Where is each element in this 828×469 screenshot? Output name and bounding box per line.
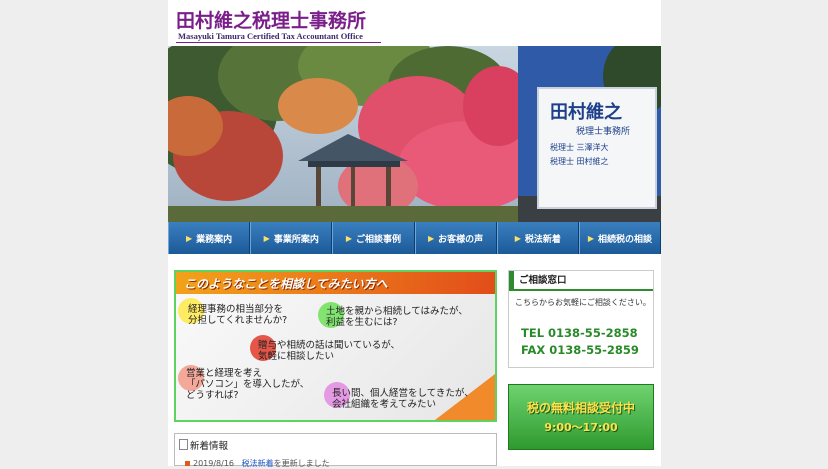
news-heading: 新着情報 — [179, 438, 228, 452]
arrow-icon: ▶ — [514, 233, 521, 243]
promo-item-5: 長い間、個人経営をしてきたが、 会社組織を考えてみたい — [332, 388, 474, 410]
phone-number[interactable]: TEL 0138-55-2858 — [521, 326, 638, 340]
nav-item-voices[interactable]: ▶ お客様の声 — [414, 222, 497, 254]
hero-photo: 田村維之 税理士事務所 税理士 三澤洋大 税理士 田村維之 — [168, 46, 661, 222]
main-navigation: ▶ 業務案内 ▶ 事業所案内 ▶ ご相談事例 ▶ お客様の声 ▶ 税法新着 ▶ 相続税の相談 — [168, 222, 662, 254]
nav-item-inheritance[interactable]: ▶ 相続税の相談 — [578, 222, 662, 254]
title-underline — [176, 42, 381, 43]
promo-item-4: 営業と経理を考え 「パソコン」を導入したが、 どうすれば? — [186, 368, 310, 401]
arrow-icon: ▶ — [428, 233, 435, 243]
consult-title: ご相談窓口 — [509, 271, 653, 291]
arrow-icon: ▶ — [263, 233, 270, 243]
site-title[interactable]: 田村維之税理士事務所 — [176, 6, 366, 33]
office-hours: 9:00〜17:00 — [544, 421, 618, 434]
promo-item-2: 土地を親から相続してはみたが、 利益を生むには? — [326, 306, 468, 328]
arrow-icon: ▶ — [186, 233, 193, 243]
sign-name: 田村維之 — [550, 101, 622, 123]
page: 田村維之税理士事務所 Masayuki Tamura Certified Tax… — [168, 0, 662, 469]
consult-box: ご相談窓口 こちらからお気軽にご相談ください。 TEL 0138-55-2858… — [508, 270, 654, 368]
nav-item-cases[interactable]: ▶ ご相談事例 — [332, 222, 415, 254]
consult-description: こちらからお気軽にご相談ください。 — [515, 298, 651, 307]
sign-line-1: 税理士 三澤洋大 — [550, 142, 609, 152]
news-item: 2019/8/16 税法新着を更新しました — [185, 458, 330, 469]
sign-line-2: 税理士 田村維之 — [550, 156, 609, 166]
free-consultation-banner[interactable]: 税の無料相談受付中 9:00〜17:00 — [508, 384, 654, 450]
arrow-icon: ▶ — [345, 233, 352, 243]
hero-image: 田村維之 税理士事務所 税理士 三澤洋大 税理士 田村維之 — [168, 46, 661, 222]
arrow-icon: ▶ — [587, 233, 595, 243]
bullet-icon — [185, 461, 190, 466]
nav-item-services[interactable]: ▶ 業務案内 — [168, 222, 251, 254]
site-subtitle: Masayuki Tamura Certified Tax Accountant… — [178, 31, 363, 41]
consultation-promo[interactable]: このようなことを相談してみたい方へ 経理事務の相当部分を 分担してくれませんか?… — [174, 270, 497, 422]
nav-item-tax-news[interactable]: ▶ 税法新着 — [496, 222, 579, 254]
promo-item-3: 贈与や相続の話は聞いているが、 気軽に相談したい — [258, 340, 401, 362]
news-link[interactable]: 税法新着 — [242, 459, 274, 468]
fax-number: FAX 0138-55-2859 — [521, 343, 639, 357]
news-section: 新着情報 2019/8/16 税法新着を更新しました — [174, 433, 497, 469]
promo-item-1: 経理事務の相当部分を 分担してくれませんか? — [188, 304, 288, 326]
site-header: 田村維之税理士事務所 Masayuki Tamura Certified Tax… — [168, 0, 661, 46]
promo-heading: このようなことを相談してみたい方へ — [184, 277, 388, 291]
broken-image-icon — [179, 439, 188, 450]
nav-item-office[interactable]: ▶ 事業所案内 — [250, 222, 333, 254]
free-consultation-label: 税の無料相談受付中 — [526, 401, 635, 415]
sign-office: 税理士事務所 — [576, 125, 630, 137]
